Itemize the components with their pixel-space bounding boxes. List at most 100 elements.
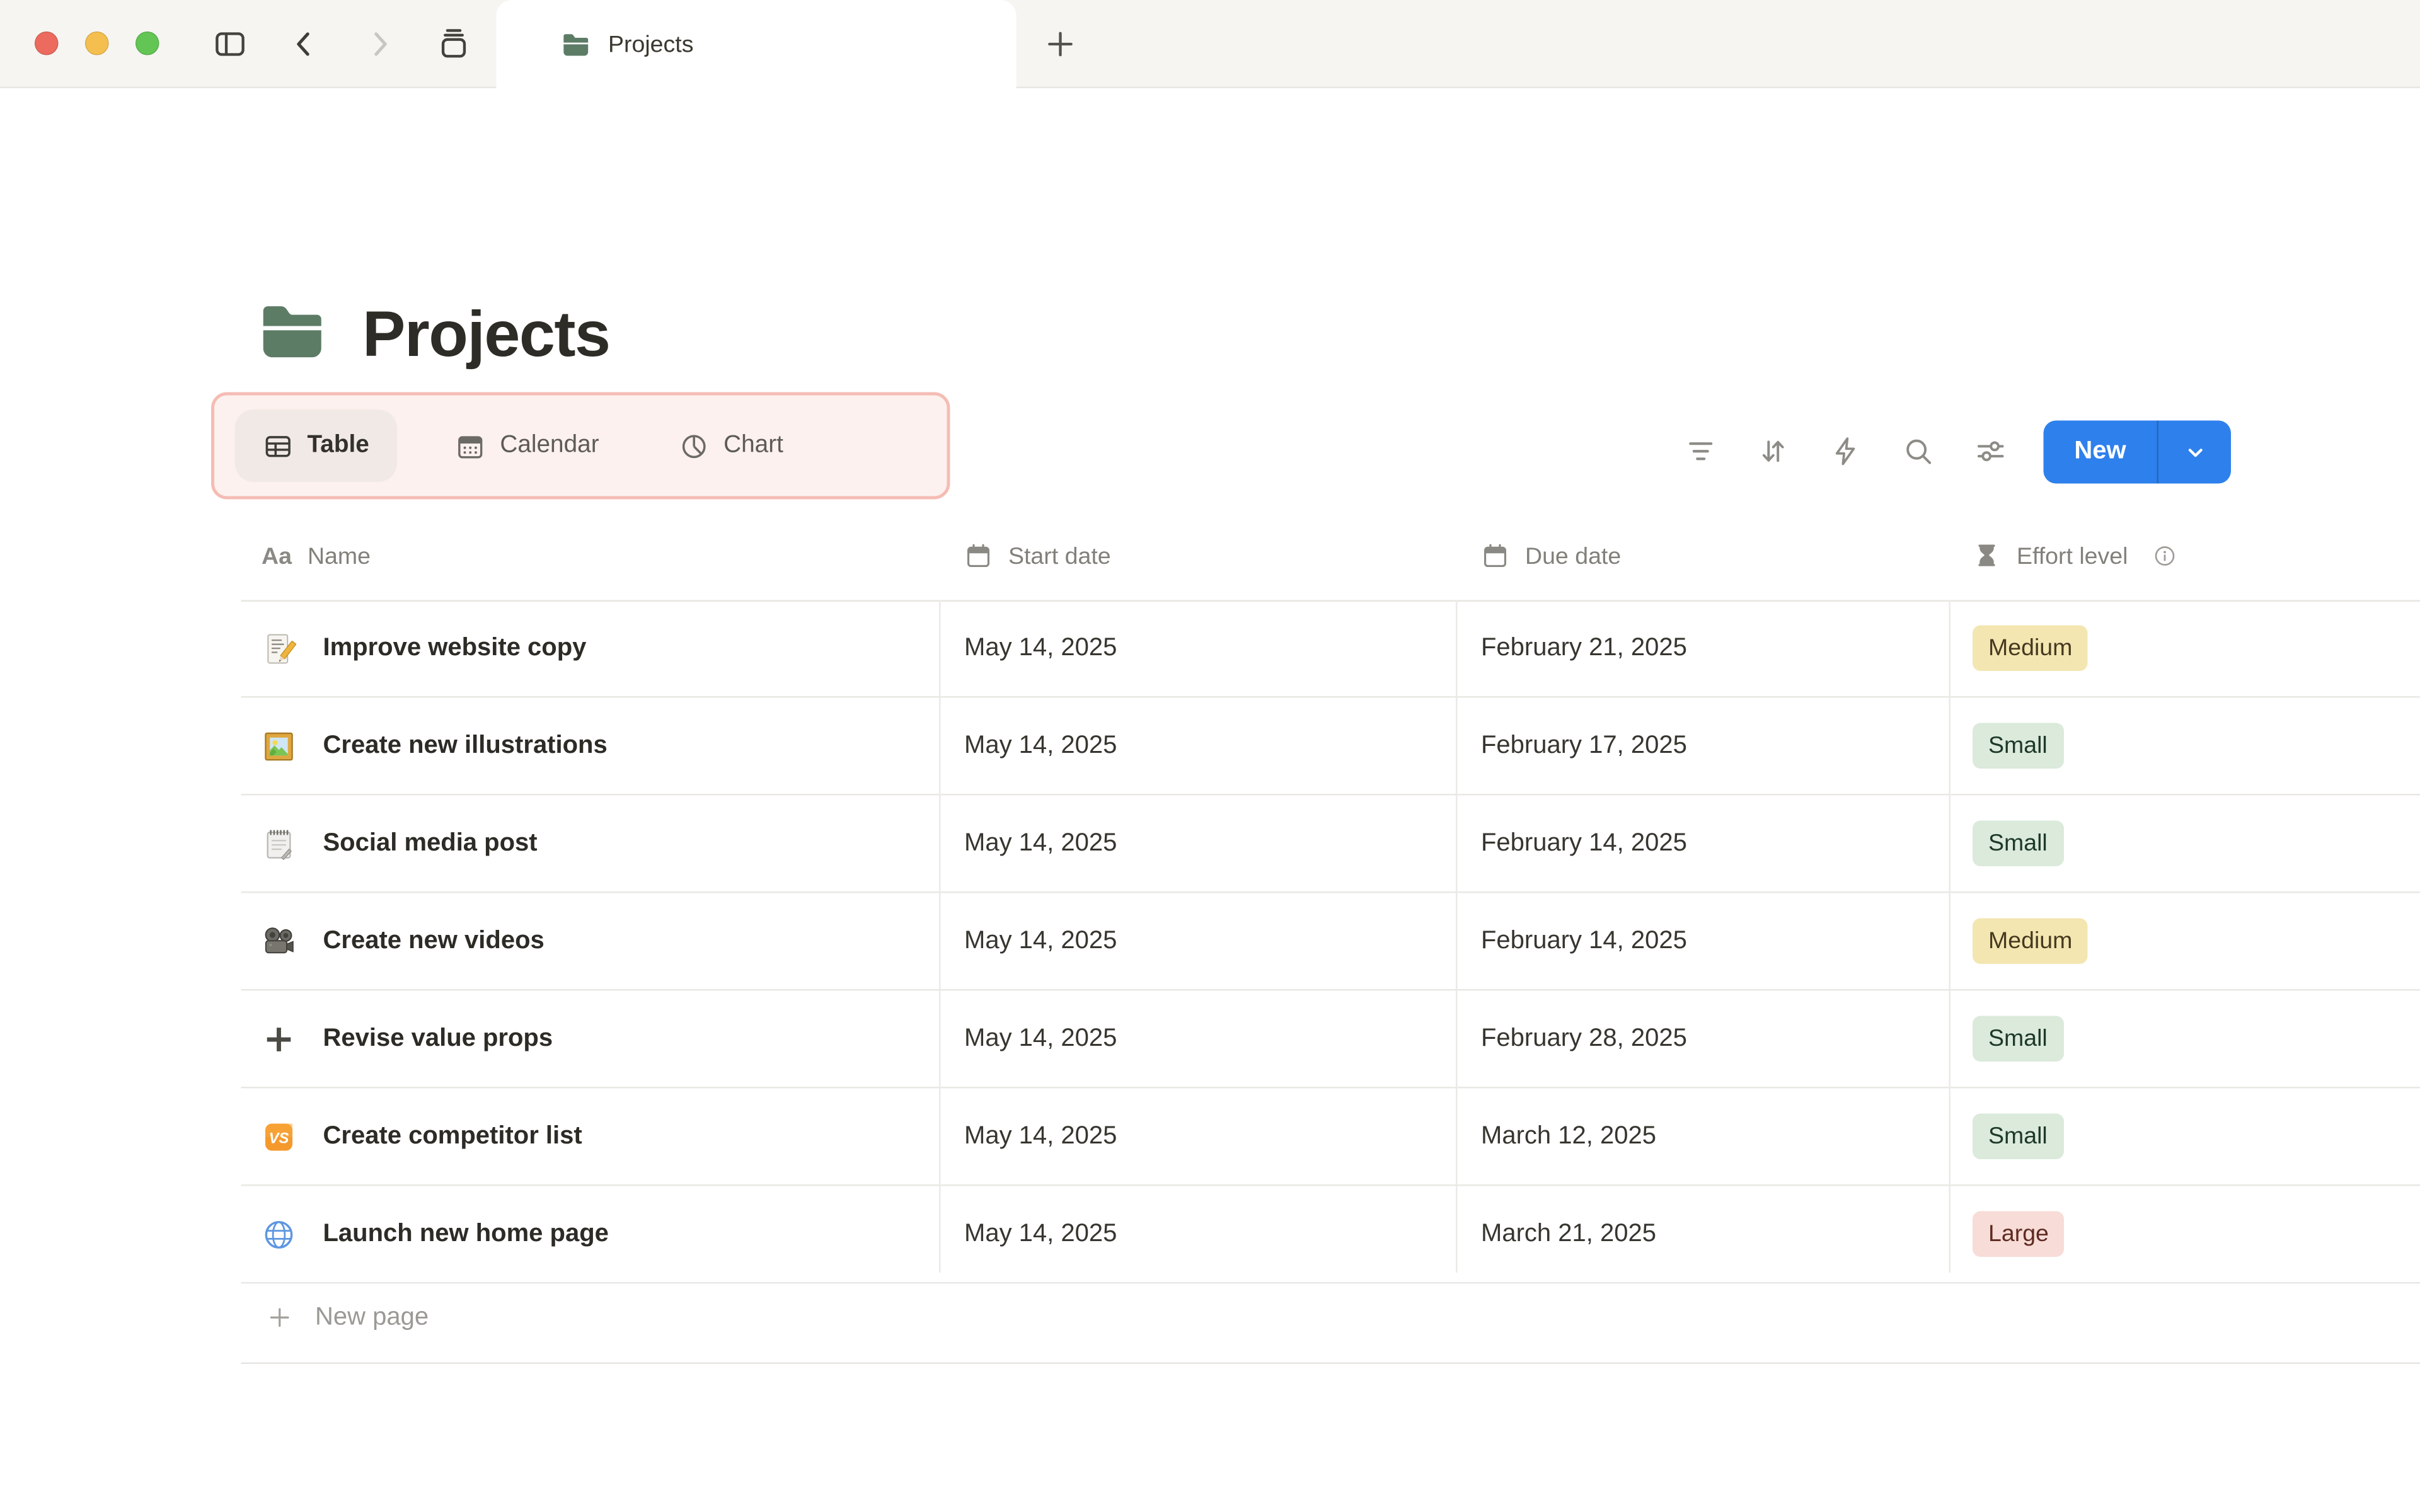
new-page-label: New page: [315, 1303, 429, 1331]
tab-title: Projects: [608, 30, 694, 58]
cell-name[interactable]: Social media post: [262, 796, 538, 892]
plus-icon: [267, 1304, 294, 1331]
new-page-row[interactable]: New page: [241, 1273, 2420, 1364]
forward-chevron-icon[interactable]: [362, 27, 397, 62]
hourglass-icon: [1973, 542, 2001, 570]
page-name: Improve website copy: [323, 634, 587, 661]
back-chevron-icon[interactable]: [287, 27, 321, 62]
framed-picture-icon: [262, 728, 296, 763]
new-button-label[interactable]: New: [2044, 421, 2157, 484]
close-window-control[interactable]: [35, 32, 59, 55]
cell-effort-level[interactable]: Medium: [1973, 893, 2089, 990]
cell-name[interactable]: Create new illustrations: [262, 698, 608, 794]
table-row: Improve website copy May 14, 2025 February…: [241, 600, 2420, 698]
cell-due-date[interactable]: February 14, 2025: [1481, 893, 1687, 990]
page-name: Social media post: [323, 829, 538, 856]
calendar-view-icon: [456, 431, 486, 461]
effort-badge: Medium: [1973, 625, 2089, 671]
search-icon[interactable]: [1902, 435, 1935, 468]
movie-camera-icon: [262, 924, 296, 958]
cell-effort-level[interactable]: Small: [1973, 796, 2063, 892]
svg-text:VS: VS: [269, 1129, 289, 1146]
view-switcher-annotation-box: Table Calendar Chart: [211, 392, 950, 500]
table-row: VS Create competitor list May 14, 2025 Marc…: [241, 1089, 2420, 1186]
fullscreen-window-control[interactable]: [135, 32, 159, 55]
cell-due-date[interactable]: March 12, 2025: [1481, 1089, 1656, 1185]
column-header-name[interactable]: Aa Name: [262, 512, 371, 600]
vs-icon: VS: [262, 1119, 296, 1154]
cell-start-date[interactable]: May 14, 2025: [964, 1089, 1117, 1185]
calendar-icon: [1481, 542, 1509, 570]
cell-start-date[interactable]: May 14, 2025: [964, 991, 1117, 1087]
page-title[interactable]: Projects: [362, 298, 611, 372]
cell-name[interactable]: VS Create competitor list: [262, 1089, 582, 1185]
page-name: Create new illustrations: [323, 731, 608, 759]
view-tab-label: Chart: [723, 432, 783, 459]
cell-due-date[interactable]: February 28, 2025: [1481, 991, 1687, 1087]
table-body: Improve website copy May 14, 2025 February…: [241, 600, 2420, 1284]
cell-due-date[interactable]: February 17, 2025: [1481, 698, 1687, 794]
cell-name[interactable]: Launch new home page: [262, 1186, 609, 1283]
cell-effort-level[interactable]: Medium: [1973, 600, 2089, 697]
pie-chart-icon: [679, 431, 710, 461]
table-header: Aa Name Start date Due date Effort level: [241, 512, 2420, 602]
cell-due-date[interactable]: February 21, 2025: [1481, 600, 1687, 697]
filter-icon[interactable]: [1685, 435, 1718, 468]
view-tab-chart[interactable]: Chart: [679, 431, 783, 461]
page-name: Create new videos: [323, 927, 544, 954]
window-tab-projects[interactable]: Projects: [496, 0, 1017, 88]
effort-badge: Medium: [1973, 918, 2089, 964]
cell-start-date[interactable]: May 14, 2025: [964, 698, 1117, 794]
view-tab-calendar[interactable]: Calendar: [456, 431, 599, 461]
column-header-label: Due date: [1525, 542, 1622, 570]
column-header-label: Name: [307, 542, 371, 570]
window-tab-bar: Projects: [0, 0, 2420, 88]
automations-icon[interactable]: [1829, 435, 1863, 468]
cell-start-date[interactable]: May 14, 2025: [964, 893, 1117, 990]
cell-name[interactable]: Create new videos: [262, 893, 544, 990]
column-header-label: Effort level: [2017, 542, 2128, 570]
text-property-icon: Aa: [262, 542, 292, 570]
new-tab-plus-icon[interactable]: [1043, 27, 1078, 62]
info-icon[interactable]: [2152, 544, 2177, 569]
cell-start-date[interactable]: May 14, 2025: [964, 1186, 1117, 1283]
table-view-icon: [263, 431, 294, 461]
column-header-effort-level[interactable]: Effort level: [1973, 512, 2177, 600]
cell-start-date[interactable]: May 14, 2025: [964, 796, 1117, 892]
view-settings-icon[interactable]: [1974, 435, 2008, 468]
effort-badge: Small: [1973, 723, 2063, 769]
new-button[interactable]: New: [2043, 420, 2231, 484]
cell-due-date[interactable]: March 21, 2025: [1481, 1186, 1656, 1283]
column-header-due-date[interactable]: Due date: [1481, 512, 1621, 600]
cell-name[interactable]: Improve website copy: [262, 600, 586, 697]
calendar-icon: [964, 542, 993, 570]
cell-due-date[interactable]: February 14, 2025: [1481, 796, 1687, 892]
cell-effort-level[interactable]: Large: [1973, 1186, 2065, 1283]
effort-badge: Small: [1973, 820, 2063, 866]
window-controls: [35, 32, 159, 55]
table-row: Launch new home page May 14, 2025 March 21…: [241, 1186, 2420, 1284]
minimize-window-control[interactable]: [85, 32, 109, 55]
column-header-start-date[interactable]: Start date: [964, 512, 1111, 600]
column-header-label: Start date: [1008, 542, 1111, 570]
sidebar-toggle-icon[interactable]: [213, 27, 248, 62]
view-toolbar: [1685, 435, 2008, 468]
table-row: Create new illustrations May 14, 2025 Febr…: [241, 698, 2420, 796]
cell-effort-level[interactable]: Small: [1973, 991, 2063, 1087]
spiral-notepad-icon: [262, 826, 296, 861]
memo-icon: [262, 631, 297, 665]
effort-badge: Small: [1973, 1016, 2063, 1062]
page-name: Revise value props: [323, 1024, 553, 1051]
plus-icon: [262, 1021, 296, 1056]
cell-start-date[interactable]: May 14, 2025: [964, 600, 1117, 697]
sort-icon[interactable]: [1757, 435, 1790, 468]
cell-name[interactable]: Revise value props: [262, 991, 553, 1087]
page-name: Create competitor list: [323, 1122, 582, 1149]
page-folder-icon[interactable]: [257, 296, 328, 367]
cell-effort-level[interactable]: Small: [1973, 698, 2063, 794]
globe-icon: [262, 1217, 296, 1251]
view-tab-table[interactable]: Table: [234, 410, 398, 482]
cell-effort-level[interactable]: Small: [1973, 1089, 2063, 1185]
tab-stack-icon[interactable]: [437, 27, 471, 62]
new-button-chevron-down-icon[interactable]: [2158, 421, 2231, 484]
